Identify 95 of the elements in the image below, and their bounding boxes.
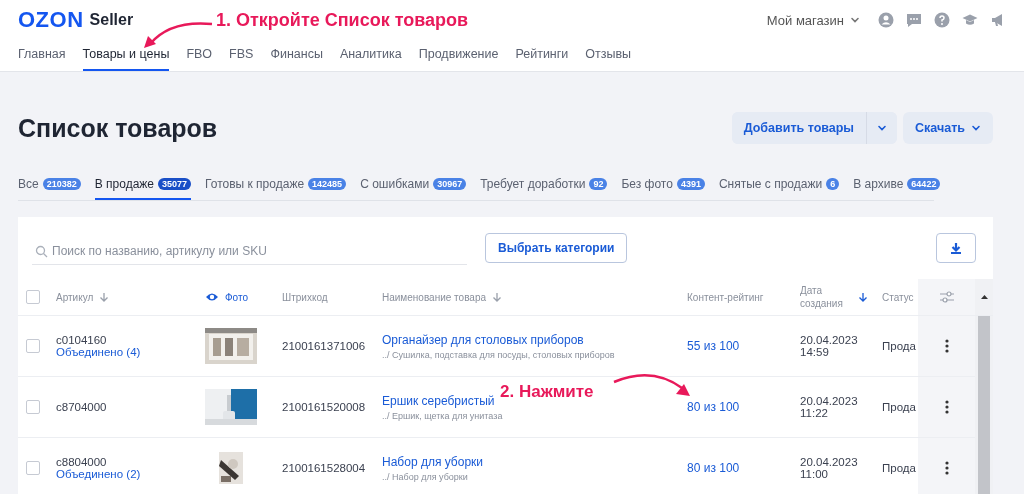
column-header: Контент-рейтинг (687, 291, 764, 303)
checkbox[interactable] (26, 290, 40, 304)
barcode-text: 2100161520008 (282, 401, 367, 413)
column-header: Фото (225, 291, 248, 303)
logo-suffix: Seller (89, 11, 134, 30)
logo[interactable]: OZON (18, 7, 84, 34)
tab-label: Без фото (621, 176, 673, 191)
checkbox[interactable] (26, 461, 40, 475)
nav-item[interactable]: Отзывы (585, 38, 632, 71)
nav-item[interactable]: Рейтинги (515, 38, 569, 71)
article-text: c8804000 (56, 456, 108, 468)
product-name-link[interactable]: Органайзер для столовых приборов (382, 332, 687, 347)
tab-label: Требует доработки (480, 176, 586, 191)
tab-label: Готовы к продаже (205, 176, 305, 191)
filter-tab[interactable]: С ошибками 30967 (360, 169, 467, 200)
tab-label: С ошибками (360, 176, 430, 191)
store-dropdown[interactable]: Мой магазин (766, 12, 860, 28)
filter-tab[interactable]: В архиве 64422 (853, 169, 941, 200)
time-text: 11:22 (800, 407, 829, 419)
filter-tab[interactable]: Требует доработки 92 (480, 169, 608, 200)
profile-icon[interactable] (878, 12, 894, 29)
search-icon (35, 244, 48, 258)
count-badge: 4391 (676, 177, 705, 190)
checkbox[interactable] (26, 400, 40, 414)
tab-label: В архиве (853, 176, 904, 191)
download-icon (950, 242, 962, 254)
column-header: Статус (882, 291, 914, 303)
article-text: c0104160 (56, 334, 108, 346)
sort-arrow-icon[interactable] (99, 292, 110, 302)
column-header: Дата создания (800, 284, 844, 310)
download-button[interactable]: Скачать (903, 112, 993, 144)
count-badge: 6 (826, 177, 840, 190)
more-icon[interactable] (944, 339, 949, 353)
category-path: ../ Набор для уборки (382, 471, 469, 482)
tab-label: Все (18, 176, 39, 191)
chat-icon[interactable] (906, 12, 922, 29)
filter-tab[interactable]: Снятые с продажи 6 (718, 169, 840, 200)
eye-icon[interactable] (205, 291, 219, 303)
filter-tab[interactable]: В продаже 35077 (94, 169, 192, 200)
caret-icon (877, 123, 888, 133)
download-icon-button[interactable] (936, 233, 976, 263)
count-badge: 64422 (907, 177, 941, 190)
status-text: Прода (882, 401, 917, 413)
scroll-up-icon[interactable] (979, 293, 989, 301)
count-badge: 30967 (433, 177, 467, 190)
nav-item[interactable]: Продвижение (418, 38, 499, 71)
annotation-text: 2. Нажмите (500, 382, 594, 402)
merged-link[interactable]: Объединено (2) (56, 468, 205, 480)
time-text: 11:00 (800, 468, 829, 480)
page-title: Список товаров (18, 113, 218, 143)
tab-label: Снятые с продажи (718, 176, 823, 191)
category-path: ../ Сушилка, подставка для посуды, столовых приборов (382, 349, 616, 360)
status-text: Прода (882, 340, 917, 352)
column-header: Наименование товара (382, 291, 486, 303)
search-field[interactable]: Поиск по названию, артикулу или SKU (32, 237, 467, 265)
caret-icon (971, 123, 981, 133)
barcode-text: 2100161528004 (282, 462, 367, 474)
nav-item[interactable]: FBO (186, 38, 213, 71)
sort-arrow-icon[interactable] (858, 292, 868, 302)
nav-item[interactable]: Аналитика (339, 38, 402, 71)
count-badge: 142485 (308, 177, 347, 190)
filter-tab[interactable]: Без фото 4391 (621, 169, 705, 200)
nav-item[interactable]: Финансы (270, 38, 323, 71)
sort-arrow-icon[interactable] (492, 292, 502, 302)
time-text: 14:59 (800, 346, 830, 358)
filter-tab[interactable]: Готовы к продаже 142485 (205, 169, 347, 200)
barcode-text: 2100161371006 (282, 340, 367, 352)
merged-link[interactable]: Объединено (4) (56, 346, 205, 358)
settings-sliders-icon[interactable] (938, 290, 955, 304)
annotation-text: 1. Откройте Список товаров (216, 10, 469, 31)
status-text: Прода (882, 462, 917, 474)
filter-tab[interactable]: Все 210382 (18, 169, 81, 200)
more-icon[interactable] (944, 400, 949, 414)
article-text: c8704000 (56, 401, 108, 413)
scrollbar-thumb[interactable] (978, 316, 990, 494)
category-path: ../ Ершик, щетка для унитаза (382, 410, 504, 421)
date-text: 20.04.2023 (800, 395, 859, 407)
count-badge: 35077 (158, 177, 192, 190)
count-badge: 92 (589, 177, 608, 190)
content-rating-link[interactable]: 55 из 100 (687, 339, 800, 353)
select-categories-button[interactable]: Выбрать категории (485, 233, 628, 263)
date-text: 20.04.2023 (800, 334, 859, 346)
date-text: 20.04.2023 (800, 456, 859, 468)
tab-label: В продаже (94, 176, 155, 191)
content-rating-link[interactable]: 80 из 100 (687, 461, 800, 475)
product-name-link[interactable]: Набор для уборки (382, 454, 687, 469)
nav-item[interactable]: FBS (229, 38, 254, 71)
more-icon[interactable] (944, 461, 949, 475)
nav-item[interactable]: Главная (18, 38, 66, 71)
checkbox[interactable] (26, 339, 40, 353)
column-header: Артикул (56, 291, 94, 303)
content-rating-link[interactable]: 80 из 100 (687, 400, 800, 414)
count-badge: 210382 (42, 177, 81, 190)
help-icon[interactable] (934, 12, 950, 29)
column-header: Штрихкод (282, 291, 328, 303)
